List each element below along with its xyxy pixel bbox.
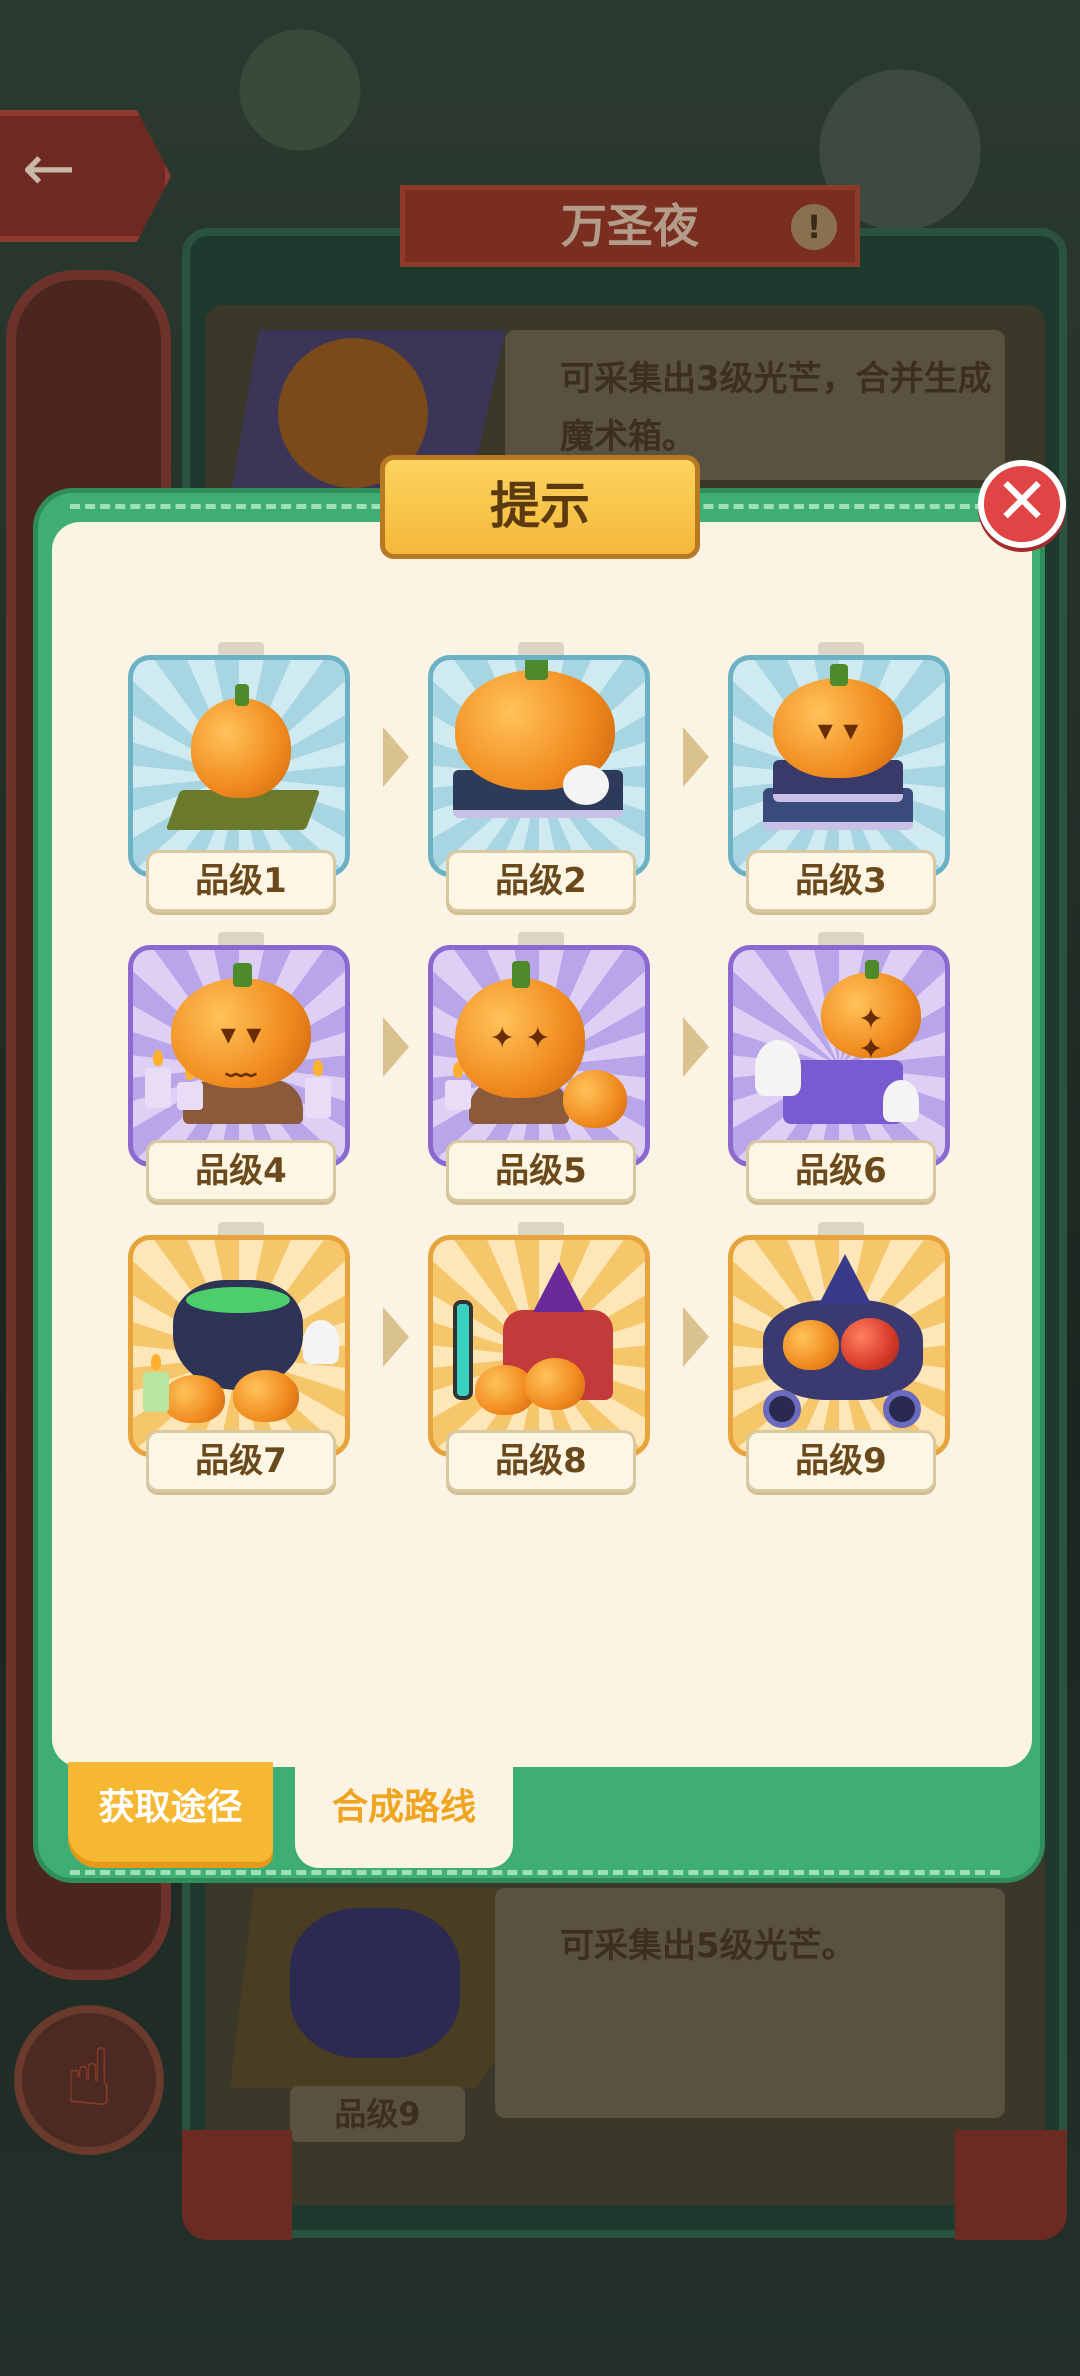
candle-icon (143, 1354, 169, 1412)
item-label-4: 品级4 (146, 1140, 336, 1202)
pumpkin-icon (841, 1318, 899, 1370)
candle-icon (445, 1062, 471, 1110)
candle-icon (305, 1060, 331, 1118)
pumpkin-carriage-icon (290, 1908, 460, 2058)
event-item-label: 品级9 (290, 2086, 465, 2142)
candy-bucket-icon (563, 1070, 627, 1128)
card-corner-right (955, 2130, 1067, 2240)
item-label-8: 品级8 (446, 1430, 636, 1492)
item-tile-6[interactable]: ✦ ✦ (728, 945, 950, 1167)
chevron-right-icon (383, 1307, 409, 1367)
jack-o-lantern-icon: ✦ ✦ (821, 959, 921, 1064)
item-tile-1[interactable] (128, 655, 350, 877)
candle-icon (145, 1050, 171, 1108)
hand-pointer-button[interactable]: ☝ (14, 2005, 164, 2155)
tab-acquisition[interactable]: 获取途径 (68, 1762, 273, 1862)
wheel-icon (883, 1390, 921, 1428)
pumpkin-icon (163, 1375, 225, 1423)
item-label-6: 品级6 (746, 1140, 936, 1202)
pumpkin-icon (783, 1320, 839, 1370)
wheel-icon (763, 1390, 801, 1428)
hand-pointer-icon: ☝ (64, 2031, 114, 2124)
garlic-icon (563, 765, 609, 805)
item-label-5: 品级5 (446, 1140, 636, 1202)
pumpkin-icon (233, 1370, 299, 1422)
event-thumbnail-bottom (230, 1888, 530, 2088)
item-tile-3[interactable]: ▾ ▾ (728, 655, 950, 877)
pumpkin-icon (191, 684, 291, 798)
close-button[interactable]: ✕ (978, 460, 1066, 548)
item-tile-7[interactable] (128, 1235, 350, 1457)
item-label-2: 品级2 (446, 850, 636, 912)
back-arrow-icon: ← (22, 132, 76, 206)
item-label-1: 品级1 (146, 850, 336, 912)
ghost-icon (883, 1080, 919, 1122)
candle-icon (177, 1064, 203, 1110)
ghost-icon (303, 1320, 339, 1364)
witch-hat-icon (819, 1254, 871, 1304)
item-label-7: 品级7 (146, 1430, 336, 1492)
item-label-3: 品级3 (746, 850, 936, 912)
card-corner-left (182, 2130, 292, 2240)
chevron-right-icon (383, 727, 409, 787)
item-tile-8[interactable] (428, 1235, 650, 1457)
event-title: 万圣夜 (561, 199, 699, 253)
item-label-9: 品级9 (746, 1430, 936, 1492)
modal-title: 提示 (380, 455, 700, 559)
pumpkin-icon (525, 1358, 585, 1410)
jack-o-lantern-icon: ▾ ▾ ﹏ (171, 962, 311, 1088)
chevron-right-icon (383, 1017, 409, 1077)
ghost-icon (755, 1040, 801, 1096)
item-tile-2[interactable] (428, 655, 650, 877)
chevron-right-icon (683, 1017, 709, 1077)
item-tile-4[interactable]: ▾ ▾ ﹏ (128, 945, 350, 1167)
chevron-right-icon (683, 727, 709, 787)
event-description-bottom: 可采集出5级光芒。 (495, 1888, 1005, 2118)
jack-o-lantern-icon: ▾ ▾ (773, 664, 903, 778)
item-tile-9[interactable] (728, 1235, 950, 1457)
tab-synthesis-route[interactable]: 合成路线 (295, 1762, 513, 1868)
item-tile-5[interactable]: ✦ ✦ (428, 945, 650, 1167)
info-icon[interactable]: ! (791, 204, 837, 250)
chevron-right-icon (683, 1307, 709, 1367)
witch-hat-icon (533, 1262, 585, 1312)
jack-o-lantern-icon: ✦ ✦ (455, 961, 585, 1098)
lava-lamp-icon (453, 1300, 473, 1400)
modal-stitch-bottom (70, 1870, 1000, 1875)
back-button[interactable]: ← (0, 110, 171, 242)
event-title-banner: 万圣夜 ! (400, 185, 860, 267)
close-icon: ✕ (995, 465, 1049, 539)
